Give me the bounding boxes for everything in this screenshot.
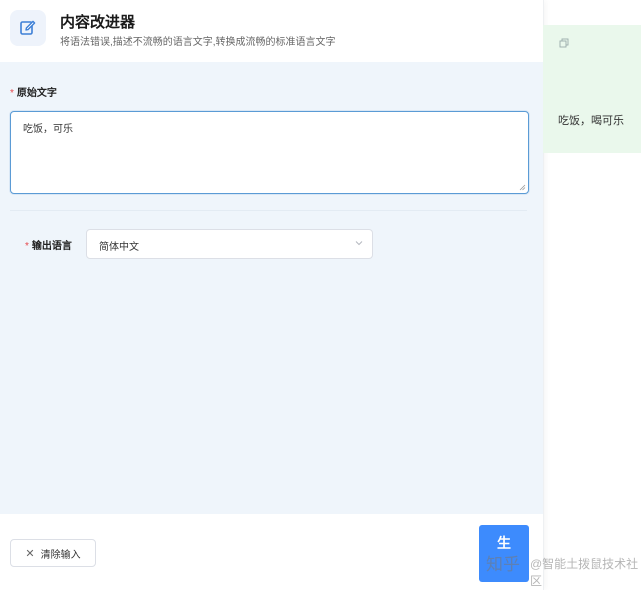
clear-input-button[interactable]: ✕ 清除输入 <box>10 539 96 567</box>
output-text: 吃饭，喝可乐 <box>558 115 624 127</box>
output-panel: 吃饭，喝可乐 <box>543 25 641 153</box>
copy-icon[interactable] <box>559 38 569 48</box>
required-mark: * <box>25 241 29 252</box>
source-text-input[interactable]: 吃饭，可乐 <box>10 111 529 194</box>
resize-handle-icon[interactable] <box>519 184 526 191</box>
required-mark: * <box>10 88 14 99</box>
watermark-brand: 知乎 <box>486 555 520 574</box>
language-label: * 输出语言 <box>25 241 72 252</box>
editor-panel: 内容改进器 将语法错误,描述不流畅的语言文字,转换成流畅的标准语言文字 * 原始文… <box>0 0 544 590</box>
language-select-value: 简体中文 <box>99 242 139 253</box>
app-header: 内容改进器 将语法错误,描述不流畅的语言文字,转换成流畅的标准语言文字 <box>0 0 543 62</box>
edit-icon <box>10 10 46 46</box>
page-title: 内容改进器 <box>60 14 136 31</box>
chevron-down-icon <box>355 241 363 246</box>
language-select[interactable]: 简体中文 <box>86 229 373 259</box>
page-subtitle: 将语法错误,描述不流畅的语言文字,转换成流畅的标准语言文字 <box>60 37 336 48</box>
close-icon: ✕ <box>25 547 35 560</box>
source-text-label: * 原始文字 <box>10 88 57 99</box>
clear-input-label: 清除输入 <box>40 549 81 561</box>
divider <box>10 210 527 211</box>
watermark-text: @智能土拨鼠技术社区 <box>530 557 639 588</box>
source-text-value: 吃饭，可乐 <box>23 124 73 135</box>
